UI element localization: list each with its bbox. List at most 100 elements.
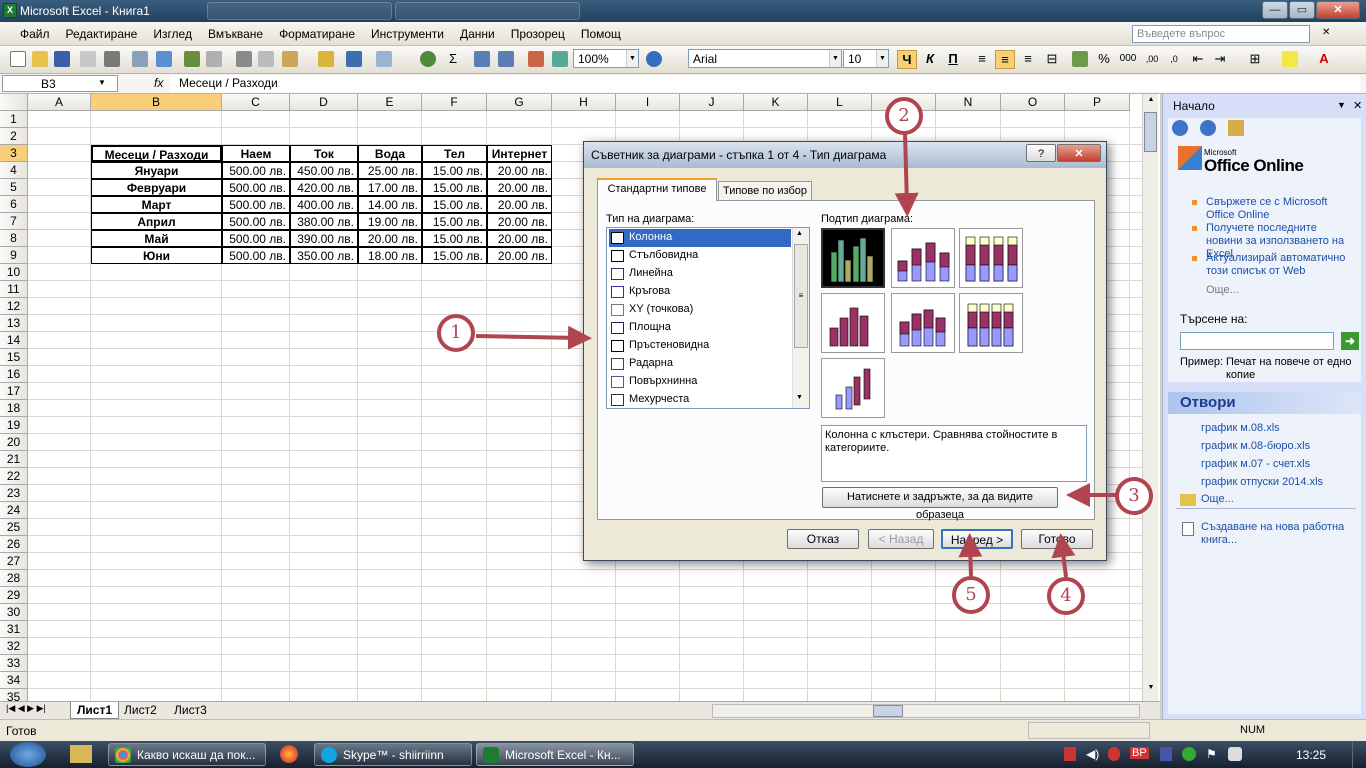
row-header[interactable]: 18 — [0, 400, 28, 417]
recent-file-link[interactable]: график м.08.xls — [1201, 422, 1280, 435]
align-center-icon[interactable]: ≡ — [995, 50, 1015, 69]
italic-button[interactable]: К — [920, 50, 940, 69]
bold-button[interactable]: Ч — [897, 50, 917, 69]
table-cell[interactable]: Наем — [222, 145, 290, 162]
table-cell[interactable]: Юни — [91, 247, 222, 264]
save-icon[interactable] — [54, 51, 70, 67]
row-header[interactable]: 26 — [0, 536, 28, 553]
decrease-decimal-icon[interactable]: ,0 — [1164, 50, 1184, 69]
chart-type-item[interactable]: Кръгова — [609, 283, 791, 301]
table-cell[interactable]: Февруари — [91, 179, 222, 196]
table-cell[interactable]: 380.00 лв. — [290, 213, 358, 230]
maximize-button[interactable]: ▭ — [1289, 1, 1315, 19]
row-header[interactable]: 2 — [0, 128, 28, 145]
formula-input[interactable]: Месеци / Разходи — [170, 75, 1360, 92]
chart-type-item[interactable]: Повърхнинна — [609, 373, 791, 391]
row-header[interactable]: 11 — [0, 281, 28, 298]
table-cell[interactable]: 400.00 лв. — [290, 196, 358, 213]
row-header[interactable]: 22 — [0, 468, 28, 485]
spelling-icon[interactable] — [184, 51, 200, 67]
table-cell[interactable]: 500.00 лв. — [222, 247, 290, 264]
table-cell[interactable]: 20.00 лв. — [358, 230, 422, 247]
open-folder-icon[interactable] — [32, 51, 48, 67]
table-cell[interactable]: Май — [91, 230, 222, 247]
row-header[interactable]: 8 — [0, 230, 28, 247]
help-icon[interactable] — [646, 51, 662, 67]
row-header[interactable]: 30 — [0, 604, 28, 621]
table-cell[interactable]: 20.00 лв. — [487, 179, 552, 196]
row-header[interactable]: 13 — [0, 315, 28, 332]
research-book-icon[interactable] — [206, 51, 222, 67]
recent-file-link[interactable]: график м.08-бюро.xls — [1201, 440, 1310, 453]
row-header[interactable]: 15 — [0, 349, 28, 366]
table-cell[interactable]: 390.00 лв. — [290, 230, 358, 247]
table-cell[interactable]: 15.00 лв. — [422, 196, 487, 213]
link-auto-update[interactable]: Актуализирай автоматично този списък от … — [1206, 252, 1356, 278]
link-connect-office[interactable]: Свържете се с Microsoft Office Online — [1206, 196, 1356, 222]
column-header[interactable]: N — [936, 94, 1001, 111]
cancel-button[interactable]: Отказ — [787, 529, 859, 549]
chart-type-item[interactable]: Радарна — [609, 355, 791, 373]
tray-app-icon[interactable] — [1108, 747, 1120, 761]
tray-flag-icon[interactable]: ⚑ — [1206, 747, 1218, 761]
row-header[interactable]: 7 — [0, 213, 28, 230]
table-cell[interactable]: 500.00 лв. — [222, 162, 290, 179]
menu-item[interactable]: Форматиране — [279, 27, 355, 41]
row-header[interactable]: 19 — [0, 417, 28, 434]
help-button[interactable]: ? — [1026, 144, 1056, 162]
chevron-down-icon[interactable]: ▼ — [98, 78, 106, 87]
tray-bluetooth-icon[interactable] — [1160, 747, 1172, 761]
column-header[interactable]: O — [1001, 94, 1065, 111]
table-cell[interactable]: 20.00 лв. — [487, 230, 552, 247]
table-cell[interactable]: Март — [91, 196, 222, 213]
align-right-icon[interactable]: ≡ — [1018, 50, 1038, 69]
font-name-select[interactable]: Arial ▼ — [688, 49, 842, 68]
taskbar-skype[interactable]: Skype™ - shiirriinn — [314, 743, 472, 766]
row-header[interactable]: 23 — [0, 485, 28, 502]
recent-file-link[interactable]: график отпуски 2014.xls — [1201, 476, 1323, 489]
column-header[interactable]: L — [808, 94, 872, 111]
sheet-tab-2[interactable]: Лист2 — [118, 702, 163, 719]
menu-item[interactable]: Данни — [460, 27, 495, 41]
vertical-scrollbar[interactable]: ▲ ▼ — [1142, 94, 1158, 701]
scroll-down-icon[interactable]: ▼ — [1145, 684, 1157, 696]
chart-subtype-thumb[interactable] — [821, 293, 885, 353]
autosum-icon[interactable]: Σ — [443, 50, 463, 69]
back-arrow-icon[interactable] — [1172, 120, 1188, 136]
minimize-button[interactable]: — — [1262, 1, 1288, 19]
row-header[interactable]: 35 — [0, 689, 28, 701]
show-desktop-button[interactable] — [1352, 741, 1366, 768]
table-cell[interactable]: 20.00 лв. — [487, 247, 552, 264]
row-header[interactable]: 1 — [0, 111, 28, 128]
close-icon[interactable]: ✕ — [1353, 99, 1362, 112]
home-icon[interactable] — [1228, 120, 1244, 136]
row-header[interactable]: 28 — [0, 570, 28, 587]
chart-wizard-icon[interactable] — [528, 51, 544, 67]
table-cell[interactable]: Ток — [290, 145, 358, 162]
help-question-input[interactable]: Въведете въпрос — [1132, 25, 1310, 43]
table-cell[interactable]: Месеци / Разходи — [91, 145, 222, 162]
table-cell[interactable]: Април — [91, 213, 222, 230]
menu-item[interactable]: Вмъкване — [208, 27, 263, 41]
hyperlink-icon[interactable] — [420, 51, 436, 67]
tab-nav-first-icon[interactable]: |◀ ◀ ▶ ▶| — [6, 703, 46, 714]
table-cell[interactable]: 15.00 лв. — [422, 213, 487, 230]
column-header[interactable]: E — [358, 94, 422, 111]
font-color-icon[interactable]: A — [1314, 50, 1334, 69]
decrease-indent-icon[interactable]: ⇤ — [1188, 50, 1208, 69]
menu-close-icon[interactable]: ✕ — [1322, 27, 1330, 38]
table-cell[interactable]: 14.00 лв. — [358, 196, 422, 213]
merge-center-icon[interactable]: ⊟ — [1042, 50, 1062, 69]
row-header[interactable]: 10 — [0, 264, 28, 281]
tray-acrobat-icon[interactable] — [1064, 747, 1076, 761]
row-header[interactable]: 31 — [0, 621, 28, 638]
row-header[interactable]: 3 — [0, 145, 28, 162]
recent-file-link[interactable]: график м.07 - счет.xls — [1201, 458, 1310, 471]
menu-item[interactable]: Файл — [20, 27, 50, 41]
row-header[interactable]: 4 — [0, 162, 28, 179]
chart-type-list[interactable]: Колонна Стълбовидна Линейна Кръгова XY (точк… — [606, 227, 810, 409]
chart-subtype-thumb[interactable] — [891, 293, 955, 353]
table-cell[interactable]: 20.00 лв. — [487, 213, 552, 230]
table-cell[interactable]: 420.00 лв. — [290, 179, 358, 196]
sheet-tab-1[interactable]: Лист1 — [70, 702, 120, 719]
